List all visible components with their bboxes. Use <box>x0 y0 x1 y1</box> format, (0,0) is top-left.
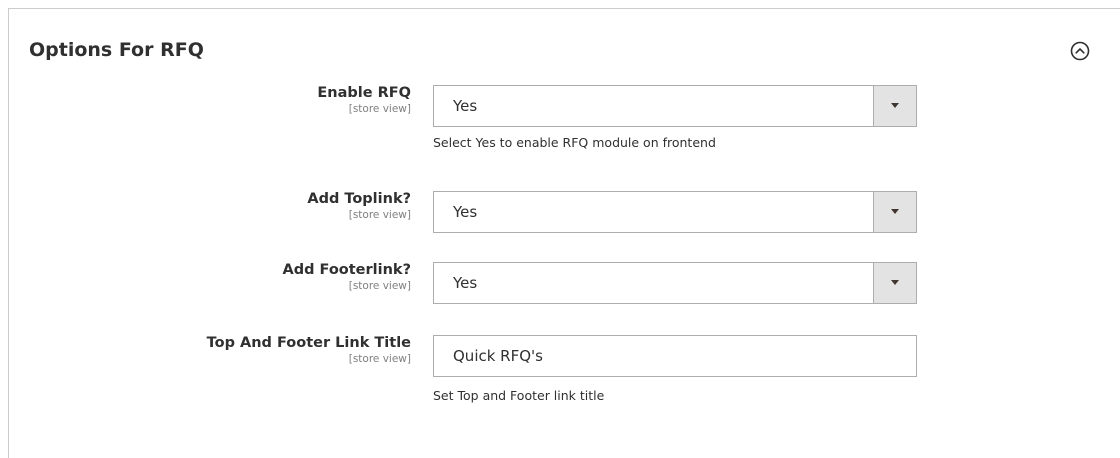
add-toplink-select[interactable]: Yes <box>433 191 917 233</box>
field-note: Select Yes to enable RFQ module on front… <box>433 135 716 150</box>
field-label: Add Toplink? <box>307 191 411 207</box>
link-title-input[interactable] <box>433 335 917 377</box>
add-footerlink-select[interactable]: Yes <box>433 262 917 304</box>
section-title[interactable]: Options For RFQ <box>29 39 204 61</box>
chevron-up-circle-icon <box>1070 41 1090 61</box>
enable-rfq-select[interactable]: Yes <box>433 85 917 127</box>
scope-label: [store view] <box>348 103 411 115</box>
label-enable-rfq: Enable RFQ [store view] <box>317 84 411 116</box>
scope-label: [store view] <box>348 353 411 365</box>
select-value: Yes <box>453 203 478 221</box>
field-note: Set Top and Footer link title <box>433 388 605 403</box>
label-add-toplink: Add Toplink? [store view] <box>307 190 411 222</box>
options-for-rfq-panel: Options For RFQ Enable RFQ [store view] … <box>8 8 1120 458</box>
caret-down-icon <box>891 280 899 285</box>
field-label: Enable RFQ <box>317 85 411 101</box>
select-value: Yes <box>453 97 478 115</box>
collapse-section-button[interactable] <box>1070 41 1090 61</box>
scope-label: [store view] <box>348 209 411 221</box>
field-label: Add Footerlink? <box>282 262 411 278</box>
select-value: Yes <box>453 274 478 292</box>
label-add-footerlink: Add Footerlink? [store view] <box>282 261 411 293</box>
label-link-title: Top And Footer Link Title [store view] <box>207 334 411 366</box>
select-toggle[interactable] <box>873 263 916 303</box>
caret-down-icon <box>891 103 899 108</box>
field-label: Top And Footer Link Title <box>206 335 411 351</box>
caret-down-icon <box>891 209 899 214</box>
select-toggle[interactable] <box>873 86 916 126</box>
select-toggle[interactable] <box>873 192 916 232</box>
scope-label: [store view] <box>348 280 411 292</box>
